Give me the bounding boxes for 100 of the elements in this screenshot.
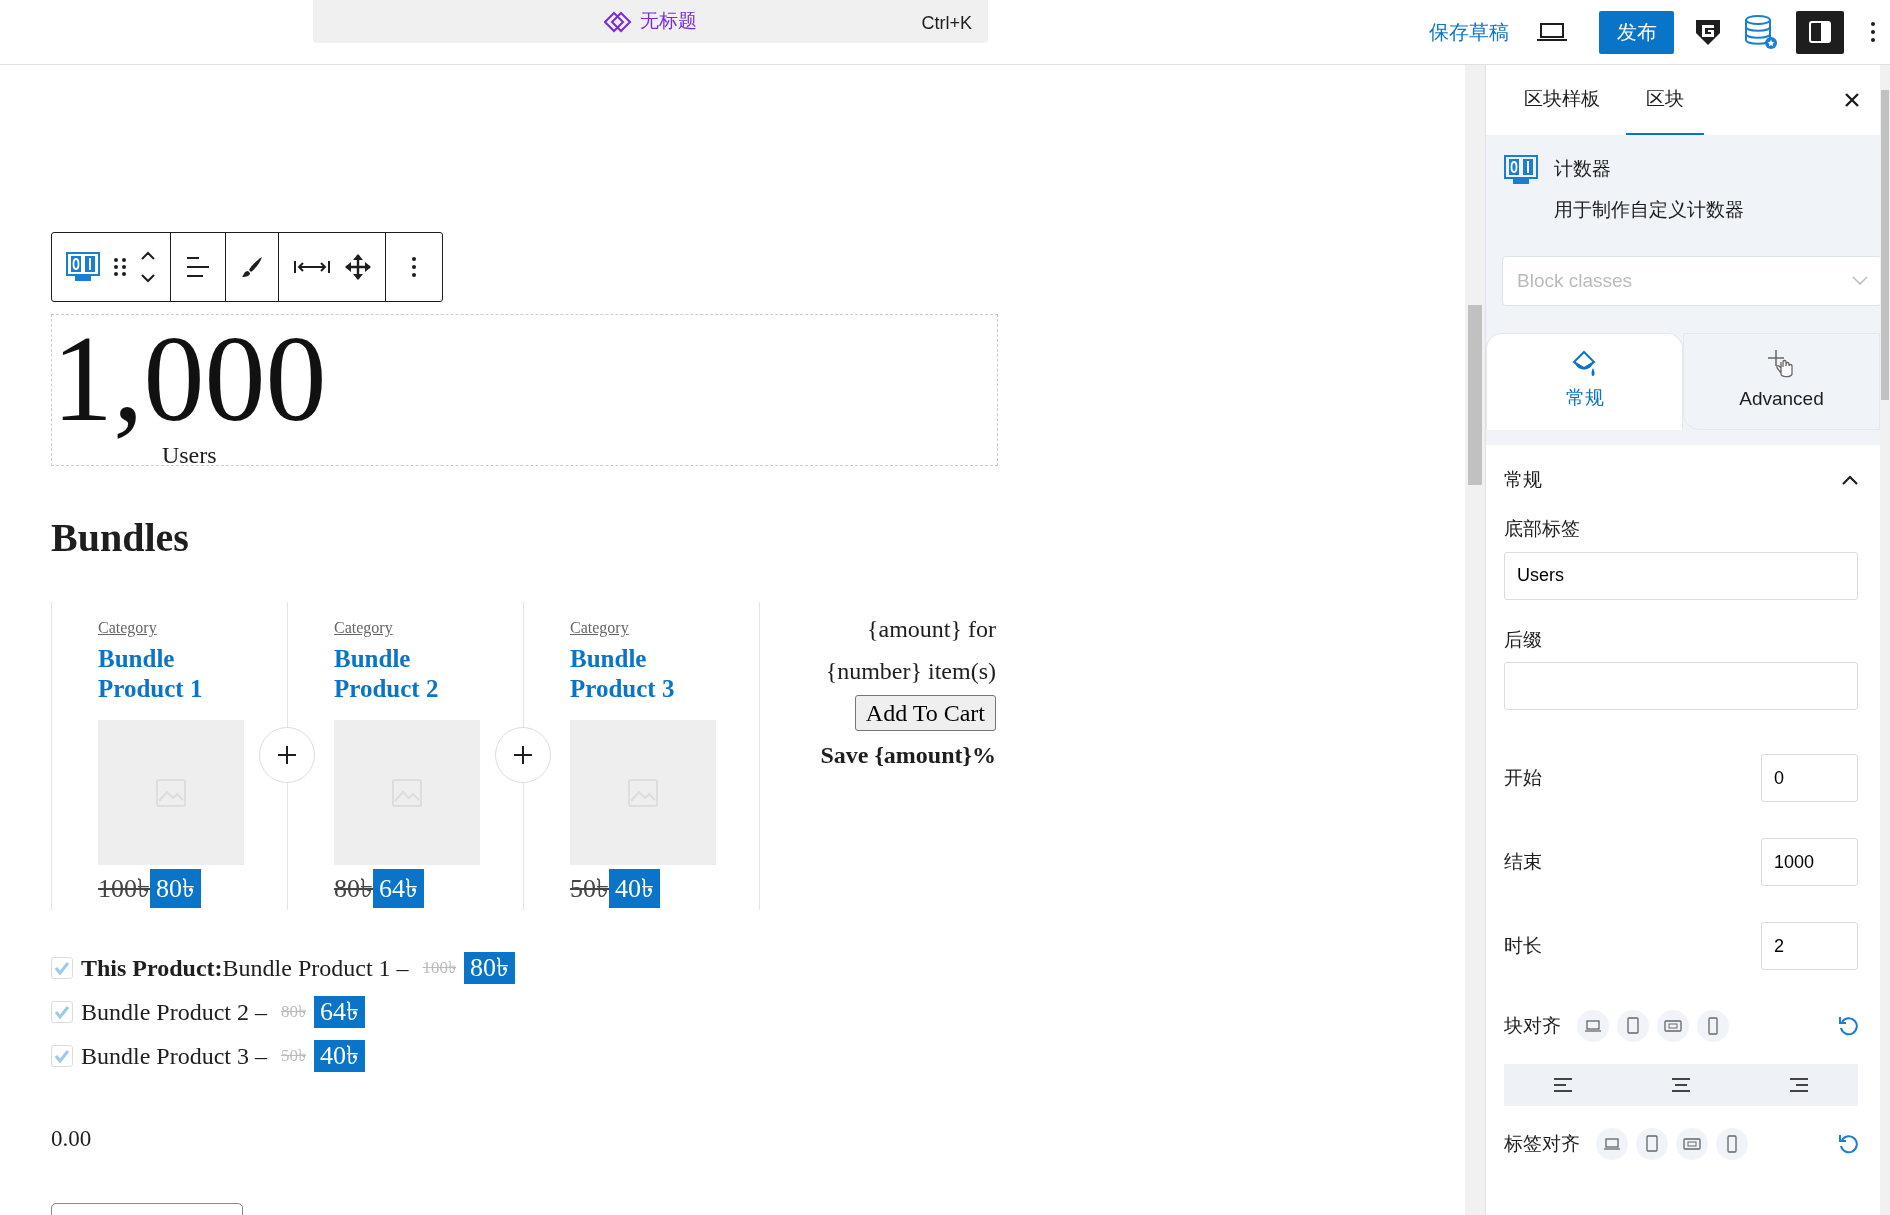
move-up-down-icon[interactable]: [140, 250, 156, 284]
desktop-icon: [1584, 1017, 1602, 1035]
text-field[interactable]: Users: [1504, 551, 1858, 600]
checkbox[interactable]: [51, 1001, 73, 1023]
field-label: 标签对齐: [1504, 1131, 1580, 1156]
landscape-phone-button[interactable]: [1676, 1128, 1708, 1160]
section-title: 常规: [1504, 467, 1542, 492]
counter-label: Users: [161, 443, 217, 468]
align-center-icon[interactable]: [1671, 1077, 1691, 1093]
add-to-cart-button[interactable]: Add To Cart: [854, 695, 996, 731]
product-name-link[interactable]: Bundle Product 1: [98, 644, 248, 704]
category-link[interactable]: Category: [98, 619, 157, 636]
number-field[interactable]: 0: [1761, 754, 1858, 802]
laptop-icon[interactable]: [1537, 22, 1567, 42]
summary-text: {number} item(s): [824, 657, 996, 686]
plus-icon: [277, 745, 297, 765]
command-bar[interactable]: 无标题 Ctrl+K: [313, 0, 988, 43]
item-label: This Product:Bundle Product 1 –: [81, 954, 409, 983]
product-name-link[interactable]: Bundle Product 2: [334, 644, 484, 704]
landscape-phone-button[interactable]: [1657, 1010, 1689, 1042]
sale-price: 40৳: [314, 1040, 365, 1072]
align-right-icon[interactable]: [1789, 1077, 1809, 1093]
more-options-icon[interactable]: [1870, 21, 1876, 43]
number-field[interactable]: 1000: [1761, 838, 1858, 886]
field-label: 后缀: [1504, 627, 1543, 652]
section-heading: Bundles: [51, 514, 190, 562]
tablet-button[interactable]: [1636, 1128, 1668, 1160]
desktop-button[interactable]: [1577, 1010, 1609, 1042]
chevron-down-icon: [1852, 276, 1868, 286]
align-left-icon[interactable]: [1553, 1077, 1573, 1093]
sidebar-toggle-button[interactable]: [1796, 10, 1844, 54]
number-field[interactable]: 2: [1761, 922, 1858, 970]
counter-block-icon[interactable]: [66, 252, 100, 282]
block-name: 计数器: [1554, 157, 1612, 181]
field-label: 底部标签: [1504, 517, 1581, 541]
original-price: 100৳: [98, 873, 150, 905]
category-link[interactable]: Category: [570, 619, 629, 636]
drag-handle-icon[interactable]: [114, 257, 126, 277]
keyboard-shortcut: Ctrl+K: [921, 12, 972, 35]
width-icon[interactable]: [293, 259, 331, 275]
more-options-icon[interactable]: [411, 256, 417, 278]
chevron-icon[interactable]: [1842, 475, 1858, 485]
summary-text: {amount} for: [866, 615, 996, 644]
block-classes-field[interactable]: Block classes: [1502, 256, 1880, 306]
counter-number: 1,000: [52, 315, 327, 444]
sidebar-icon: [1808, 20, 1832, 44]
landscape-phone-icon: [1683, 1135, 1701, 1153]
reset-icon[interactable]: [1838, 1134, 1858, 1154]
check-icon: [54, 961, 70, 975]
item-label: Bundle Product 2 –: [81, 998, 267, 1027]
sale-price: 64৳: [314, 996, 365, 1028]
close-icon[interactable]: [1844, 92, 1860, 108]
text-field[interactable]: [1504, 662, 1858, 710]
original-price: 50৳: [570, 873, 609, 905]
checkbox[interactable]: [51, 957, 73, 979]
original-price: 50৳: [281, 1045, 306, 1068]
desktop-icon: [1603, 1135, 1621, 1153]
scrollbar[interactable]: [1880, 65, 1890, 1215]
savings-text: Save {amount}%: [819, 741, 996, 770]
category-link[interactable]: Category: [334, 619, 393, 636]
product-name-link[interactable]: Bundle Product 3: [570, 644, 720, 704]
plus-icon: [513, 745, 533, 765]
checkbox[interactable]: [51, 1045, 73, 1067]
check-icon: [54, 1049, 70, 1063]
original-price: 80৳: [281, 1001, 306, 1024]
reset-icon[interactable]: [1838, 1016, 1858, 1036]
phone-button[interactable]: [1716, 1128, 1748, 1160]
item-label: Bundle Product 3 –: [81, 1042, 267, 1071]
field-label: 块对齐: [1504, 1013, 1561, 1038]
sidebar-tab[interactable]: 区块样板: [1504, 65, 1620, 135]
panel-tab[interactable]: Advanced: [1683, 333, 1880, 430]
original-price: 100৳: [422, 957, 457, 980]
total-price: 0.00: [51, 1125, 93, 1153]
original-price: 80৳: [334, 873, 373, 905]
tablet-button[interactable]: [1617, 1010, 1649, 1042]
counter-block-icon: [1504, 155, 1538, 185]
publish-button[interactable]: 发布: [1599, 10, 1674, 54]
document-title: 无标题: [640, 9, 697, 34]
phone-button[interactable]: [1697, 1010, 1729, 1042]
database-icon[interactable]: [1744, 14, 1778, 50]
save-draft-link[interactable]: 保存草稿: [1429, 17, 1509, 47]
tablet-icon: [1624, 1017, 1642, 1035]
align-left-icon[interactable]: [185, 256, 211, 278]
scrollbar[interactable]: [1465, 65, 1485, 1215]
paint-bucket-icon: [1571, 350, 1598, 379]
desktop-button[interactable]: [1596, 1128, 1628, 1160]
sale-price: 80৳: [150, 869, 201, 908]
landscape-phone-icon: [1664, 1017, 1682, 1035]
check-icon: [54, 1005, 70, 1019]
block-description: 用于制作自定义计数器: [1554, 197, 1744, 222]
sale-price: 64৳: [373, 869, 424, 908]
field-label: 开始: [1504, 765, 1542, 790]
panel-tab[interactable]: 常规: [1486, 333, 1683, 430]
tablet-icon: [1643, 1135, 1661, 1153]
shield-icon[interactable]: [1694, 17, 1722, 47]
sale-price: 40৳: [609, 869, 660, 908]
brush-icon[interactable]: [240, 255, 264, 279]
move-icon[interactable]: [345, 254, 371, 280]
field-label: 结束: [1504, 849, 1542, 874]
field-label: 时长: [1504, 933, 1542, 958]
